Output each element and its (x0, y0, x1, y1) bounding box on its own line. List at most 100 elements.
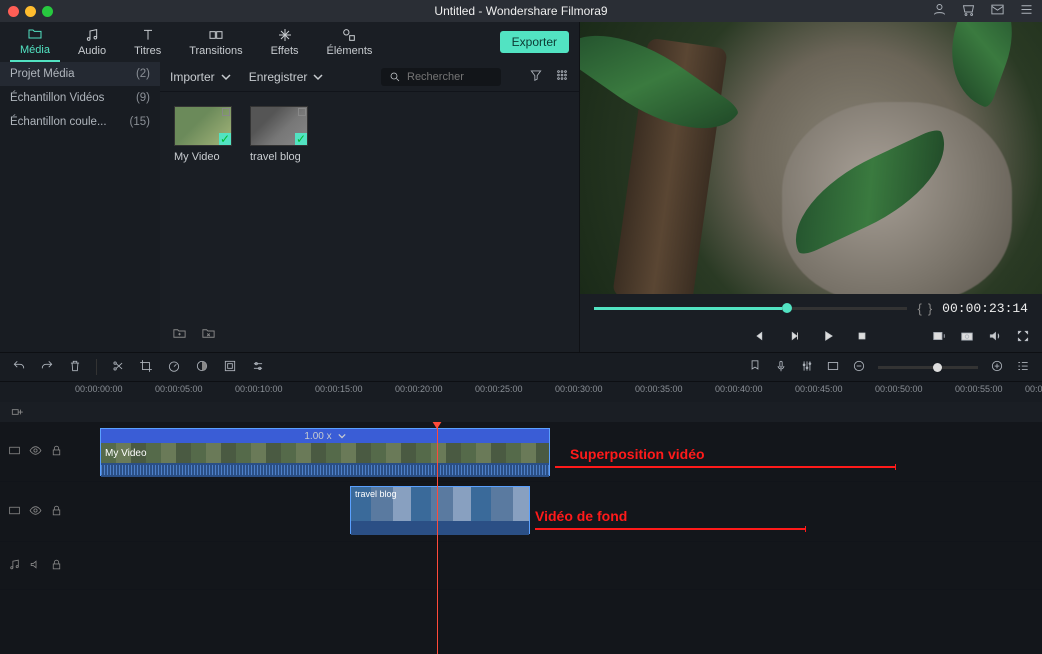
stop-button[interactable] (855, 329, 869, 346)
prev-frame-button[interactable] (753, 329, 767, 346)
volume-icon[interactable] (988, 329, 1002, 346)
sidebar-item-project-media[interactable]: Projet Média (2) (0, 62, 160, 86)
sparkle-icon (277, 27, 293, 43)
tab-label: Titres (134, 45, 161, 57)
fullscreen-icon[interactable] (1016, 329, 1030, 346)
tab-label: Éléments (327, 45, 373, 57)
window-title: Untitled - Wondershare Filmora9 (0, 4, 1042, 18)
track-visible-icon[interactable] (29, 504, 42, 520)
grid-view-icon[interactable] (555, 68, 569, 85)
tab-elements[interactable]: Éléments (317, 23, 383, 61)
ruler-mark: 00:00:25:00 (475, 384, 523, 394)
ruler-mark: 00:00:05:00 (155, 384, 203, 394)
import-button[interactable]: Importer (170, 70, 231, 84)
chevron-down-icon (338, 432, 346, 440)
voiceover-icon[interactable] (774, 359, 788, 376)
timeline-ruler[interactable]: 00:00:00:00 00:00:05:00 00:00:10:00 00:0… (0, 382, 1042, 402)
folder-icon (27, 26, 43, 42)
remove-folder-icon[interactable] (201, 326, 216, 344)
tab-label: Audio (78, 45, 106, 57)
ruler-mark: 00:00:55:00 (955, 384, 1003, 394)
undo-icon[interactable] (12, 359, 26, 376)
track-lock-icon[interactable] (50, 444, 63, 460)
clip-label: My Video (105, 448, 147, 459)
preview-scrubber[interactable] (594, 307, 907, 310)
render-icon[interactable] (826, 359, 840, 376)
music-icon[interactable] (8, 558, 21, 574)
mail-icon[interactable] (990, 2, 1005, 20)
track-lock-icon[interactable] (50, 558, 63, 574)
search-input[interactable] (407, 71, 487, 83)
clip-speed: 1.00 x (304, 431, 331, 442)
play-button[interactable] (821, 329, 835, 346)
redo-icon[interactable] (40, 359, 54, 376)
delete-icon[interactable] (68, 359, 82, 376)
search-box[interactable] (381, 68, 501, 86)
media-item-label: My Video (174, 151, 232, 163)
zoom-in-icon[interactable] (990, 359, 1004, 376)
next-frame-button[interactable] (787, 329, 801, 346)
track-type-icon[interactable] (8, 504, 21, 520)
add-track-button[interactable] (0, 402, 70, 422)
titlebar: Untitled - Wondershare Filmora9 (0, 0, 1042, 22)
marker-icon[interactable] (748, 359, 762, 376)
track-manager-icon[interactable] (1016, 359, 1030, 376)
snapshot-icon[interactable] (960, 329, 974, 346)
zoom-slider[interactable] (878, 366, 978, 369)
speed-icon[interactable] (167, 359, 181, 376)
add-folder-icon[interactable] (172, 326, 187, 344)
ruler-mark: 00:00:35:00 (635, 384, 683, 394)
timeline[interactable]: 1.00 x My Video travel blog Superpositio (0, 422, 1042, 654)
tab-effects[interactable]: Effets (261, 23, 309, 61)
mark-in-icon[interactable]: { (917, 301, 921, 316)
sidebar-item-count: (2) (136, 68, 150, 80)
quality-icon[interactable] (932, 329, 946, 346)
timeline-clip-background[interactable]: travel blog (350, 486, 530, 534)
chevron-down-icon (313, 72, 323, 82)
preview-panel: {} 00:00:23:14 (580, 22, 1042, 352)
tab-audio[interactable]: Audio (68, 23, 116, 61)
track-visible-icon[interactable] (29, 444, 42, 460)
split-icon[interactable] (111, 359, 125, 376)
green-screen-icon[interactable] (223, 359, 237, 376)
track-type-icon[interactable] (8, 444, 21, 460)
cart-icon[interactable] (961, 2, 976, 20)
timeline-clip-overlay[interactable]: 1.00 x My Video (100, 428, 550, 476)
export-button[interactable]: Exporter (500, 31, 569, 53)
sidebar-item-sample-colors[interactable]: Échantillon coule... (15) (0, 110, 160, 134)
track-lock-icon[interactable] (50, 504, 63, 520)
record-button[interactable]: Enregistrer (249, 70, 324, 84)
chevron-down-icon (221, 72, 231, 82)
annotation-background: Vidéo de fond (535, 508, 627, 524)
tab-label: Média (20, 44, 50, 56)
mark-out-icon[interactable]: } (928, 301, 932, 316)
track-mute-icon[interactable] (29, 558, 42, 574)
media-grid: ✓ My Video ✓ travel blog (160, 92, 579, 177)
text-icon (140, 27, 156, 43)
crop-icon[interactable] (139, 359, 153, 376)
mixer-icon[interactable] (800, 359, 814, 376)
timeline-toolbar (0, 352, 1042, 382)
zoom-out-icon[interactable] (852, 359, 866, 376)
ruler-mark: 00:00:30:00 (555, 384, 603, 394)
media-item[interactable]: ✓ My Video (174, 106, 232, 163)
tab-titles[interactable]: Titres (124, 23, 171, 61)
clip-label: travel blog (355, 489, 397, 499)
menu-icon[interactable] (1019, 2, 1034, 20)
account-icon[interactable] (932, 2, 947, 20)
ruler-mark: 00:00:50:00 (875, 384, 923, 394)
music-icon (84, 27, 100, 43)
check-icon: ✓ (295, 133, 307, 145)
playhead[interactable] (437, 422, 438, 654)
check-icon: ✓ (219, 133, 231, 145)
preview-video[interactable] (580, 22, 1042, 294)
adjust-icon[interactable] (251, 359, 265, 376)
sidebar-item-sample-videos[interactable]: Échantillon Vidéos (9) (0, 86, 160, 110)
filter-icon[interactable] (529, 68, 543, 85)
color-icon[interactable] (195, 359, 209, 376)
tab-label: Effets (271, 45, 299, 57)
media-item[interactable]: ✓ travel blog (250, 106, 308, 163)
search-icon (389, 71, 401, 83)
tab-transitions[interactable]: Transitions (179, 23, 252, 61)
tab-media[interactable]: Média (10, 22, 60, 62)
